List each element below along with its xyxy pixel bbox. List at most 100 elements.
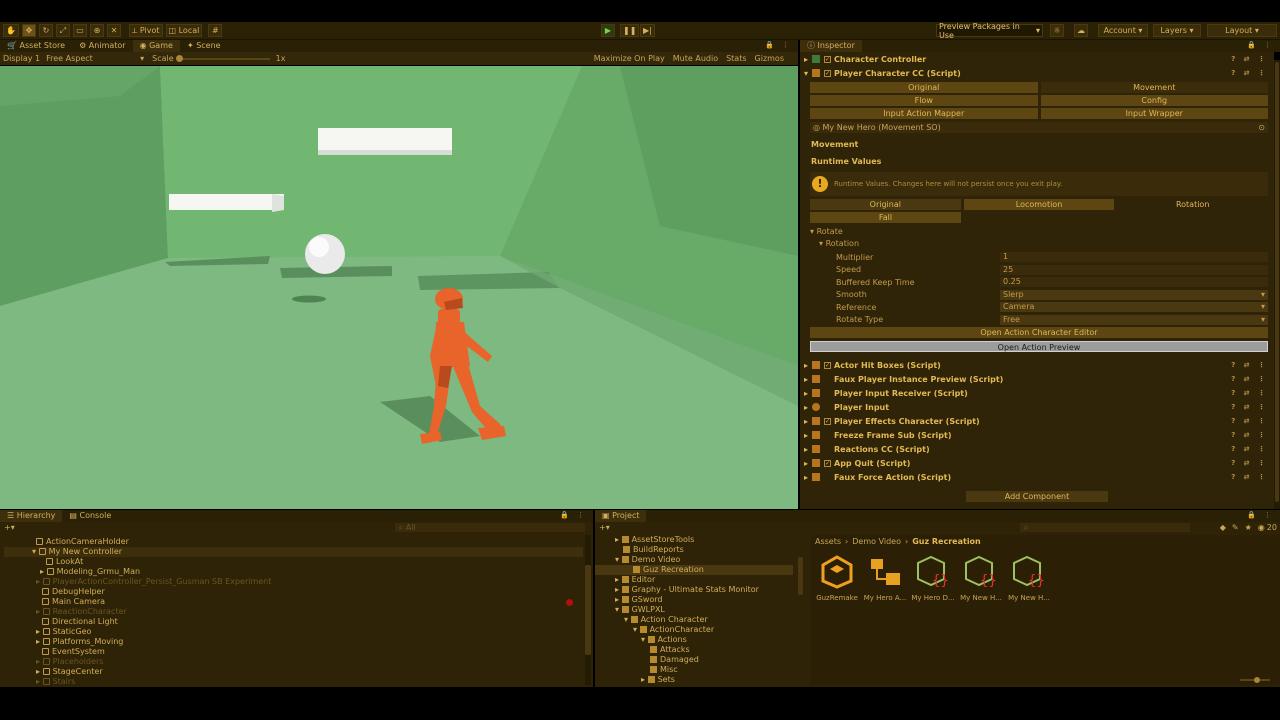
icon-size-slider[interactable] [1240, 677, 1270, 683]
component-faux-player-instance-preview[interactable]: ▸ Faux Player Instance Preview (Script) ? … [800, 372, 1274, 386]
breadcrumb-current[interactable]: Guz Recreation [912, 537, 981, 546]
folder-item[interactable]: ▸ AssetStoreTools [595, 535, 805, 545]
scale-slider-handle[interactable] [175, 54, 183, 62]
subtab-fall[interactable]: Fall [810, 212, 961, 223]
hierarchy-scrollbar[interactable] [585, 535, 591, 685]
folder-item[interactable]: ▾ Action Character [595, 615, 805, 625]
component-player-input[interactable]: ▸ Player Input ? ⇄ ⋮ [800, 400, 1274, 414]
component-options-icon[interactable]: ? ⇄ ⋮ [1231, 389, 1268, 397]
asset-tile[interactable]: {} My Hero D... [911, 555, 955, 602]
create-asset-icon[interactable]: +▾ [599, 523, 610, 532]
transform-tool-icon[interactable]: ⊕ [89, 24, 104, 37]
rect-tool-icon[interactable]: ▭ [72, 24, 87, 37]
component-header-player-character-cc[interactable]: ▾ ✓ Player Character CC (Script) ? ⇄ ⋮ [800, 66, 1274, 80]
folder-item[interactable]: ▸ GSword [595, 595, 805, 605]
tab-movement[interactable]: Movement [1040, 82, 1268, 93]
component-options-icon[interactable]: ? ⇄ ⋮ [1231, 431, 1268, 439]
hierarchy-item-selected[interactable]: ▾ My New Controller [4, 547, 583, 557]
stats-toggle[interactable]: Stats [726, 54, 746, 63]
step-button[interactable]: ▶| [640, 24, 655, 37]
tab-asset-store[interactable]: 🛒 Asset Store [0, 40, 72, 52]
asset-tile[interactable]: My Hero A... [863, 555, 907, 602]
game-viewport[interactable] [0, 66, 798, 509]
aspect-dropdown[interactable]: Free Aspect [46, 54, 136, 63]
maximize-on-play-toggle[interactable]: Maximize On Play [594, 54, 665, 63]
move-tool-icon[interactable]: ✥ [21, 24, 36, 37]
asset-tile[interactable]: {} My New H... [1007, 555, 1051, 602]
folder-item[interactable]: ▸ Sets [595, 675, 805, 685]
component-options-icon[interactable]: ? ⇄ ⋮ [1231, 403, 1268, 411]
hierarchy-item[interactable]: ActionCameraHolder [4, 537, 593, 547]
component-player-effects-character[interactable]: ▸ ✓ Player Effects Character (Script) ? ⇄ ⋮ [800, 414, 1274, 428]
hierarchy-menu-icon[interactable]: 🔒 ⋮ [560, 511, 587, 519]
subtab-original[interactable]: Original [810, 199, 961, 210]
folder-item[interactable]: ▾ GWLPXL [595, 605, 805, 615]
component-options-icon[interactable]: ? ⇄ ⋮ [1231, 69, 1268, 77]
hierarchy-item[interactable]: ▸ Modeling_Grmu_Man [4, 567, 593, 577]
component-faux-force-action[interactable]: ▸ Faux Force Action (Script) ? ⇄ ⋮ [800, 470, 1274, 484]
filter-type-icon[interactable]: ◆ [1220, 523, 1226, 532]
folder-item[interactable]: Misc [595, 665, 805, 675]
project-search-input[interactable]: ⌕ [1019, 523, 1190, 532]
component-options-icon[interactable]: ? ⇄ ⋮ [1231, 417, 1268, 425]
hierarchy-scrollbar-thumb[interactable] [585, 565, 591, 655]
play-button[interactable]: ▶ [601, 24, 615, 37]
component-actor-hit-boxes[interactable]: ▸ ✓ Actor Hit Boxes (Script) ? ⇄ ⋮ [800, 358, 1274, 372]
open-action-preview-button[interactable]: Open Action Preview [810, 341, 1268, 352]
hierarchy-item[interactable]: ▸ Placeholders [4, 657, 593, 667]
rotate-tool-icon[interactable]: ↻ [38, 24, 53, 37]
hierarchy-item[interactable]: ▸ Stairs [4, 677, 593, 687]
favorite-icon[interactable]: ★ [1245, 523, 1252, 532]
icon-size-slider-handle[interactable] [1254, 677, 1260, 683]
component-player-input-receiver[interactable]: ▸ Player Input Receiver (Script) ? ⇄ ⋮ [800, 386, 1274, 400]
asset-tile[interactable]: GuzRemake [815, 555, 859, 602]
asset-tile[interactable]: {} My New H... [959, 555, 1003, 602]
speed-input[interactable]: 25 [1000, 264, 1268, 275]
grid-snap-icon[interactable]: # [208, 24, 223, 37]
component-freeze-frame-sub[interactable]: ▸ Freeze Frame Sub (Script) ? ⇄ ⋮ [800, 428, 1274, 442]
folder-item[interactable]: ▸ Editor [595, 575, 805, 585]
buffered-keep-time-input[interactable]: 0.25 [1000, 277, 1268, 288]
open-action-character-editor-button[interactable]: Open Action Character Editor [810, 327, 1268, 338]
component-enabled-checkbox[interactable]: ✓ [824, 69, 832, 77]
hierarchy-item[interactable]: EventSystem [4, 647, 593, 657]
tab-animator[interactable]: ⚙ Animator [72, 40, 133, 52]
tab-config[interactable]: Config [1040, 95, 1268, 106]
folder-tree-scrollbar-thumb[interactable] [798, 557, 803, 595]
inspector-scrollbar-thumb[interactable] [1275, 62, 1279, 502]
rotate-type-dropdown[interactable]: Free ▾ [1000, 314, 1268, 325]
tab-original[interactable]: Original [810, 82, 1038, 93]
sun-icon[interactable]: ☼ [1050, 24, 1064, 37]
pause-button[interactable]: ❚❚ [620, 24, 640, 37]
hierarchy-search-input[interactable]: ⌕ All [394, 523, 585, 532]
movement-so-field[interactable]: ◎ My New Hero (Movement SO) ⊙ [810, 122, 1268, 133]
folder-item[interactable]: ▾ Actions [595, 635, 805, 645]
subtab-rotation[interactable]: Rotation [1117, 199, 1269, 210]
hierarchy-item[interactable]: ▸ StaticGeo [4, 627, 593, 637]
object-picker-icon[interactable]: ⊙ [1258, 122, 1265, 133]
inspector-menu-icon[interactable]: 🔒 ⋮ [1247, 41, 1274, 49]
tab-project[interactable]: ▣ Project [595, 510, 647, 522]
component-options-icon[interactable]: ? ⇄ ⋮ [1231, 473, 1268, 481]
mute-audio-toggle[interactable]: Mute Audio [673, 54, 718, 63]
hand-tool-icon[interactable]: ✋ [3, 24, 19, 37]
gizmos-dropdown[interactable]: Gizmos [755, 54, 784, 63]
tab-flow[interactable]: Flow [810, 95, 1038, 106]
component-enabled-checkbox[interactable]: ✓ [824, 459, 832, 467]
reference-dropdown[interactable]: Camera ▾ [1000, 302, 1268, 313]
hidden-packages-icon[interactable]: ◉ [1258, 523, 1265, 532]
component-options-icon[interactable]: ? ⇄ ⋮ [1231, 55, 1268, 63]
inspector-scrollbar[interactable] [1274, 60, 1280, 509]
breadcrumb-item[interactable]: Demo Video [852, 537, 901, 546]
tab-game[interactable]: ◉ Game [132, 40, 180, 52]
tab-scene[interactable]: ✦ Scene [180, 40, 228, 52]
component-app-quit[interactable]: ▸ ✓ App Quit (Script) ? ⇄ ⋮ [800, 456, 1274, 470]
tab-console[interactable]: ▤ Console [62, 510, 118, 522]
hierarchy-item[interactable]: ▸ PlayerActionController_Persist_Gusman … [4, 577, 593, 587]
breadcrumb-item[interactable]: Assets [815, 537, 841, 546]
hierarchy-item[interactable]: Main Camera [4, 597, 593, 607]
hierarchy-item[interactable]: ▸ StageCenter [4, 667, 593, 677]
component-enabled-checkbox[interactable]: ✓ [824, 55, 832, 63]
rotate-foldout[interactable]: ▾ Rotate [810, 227, 1274, 236]
folder-item[interactable]: ▾ ActionCharacter [595, 625, 805, 635]
